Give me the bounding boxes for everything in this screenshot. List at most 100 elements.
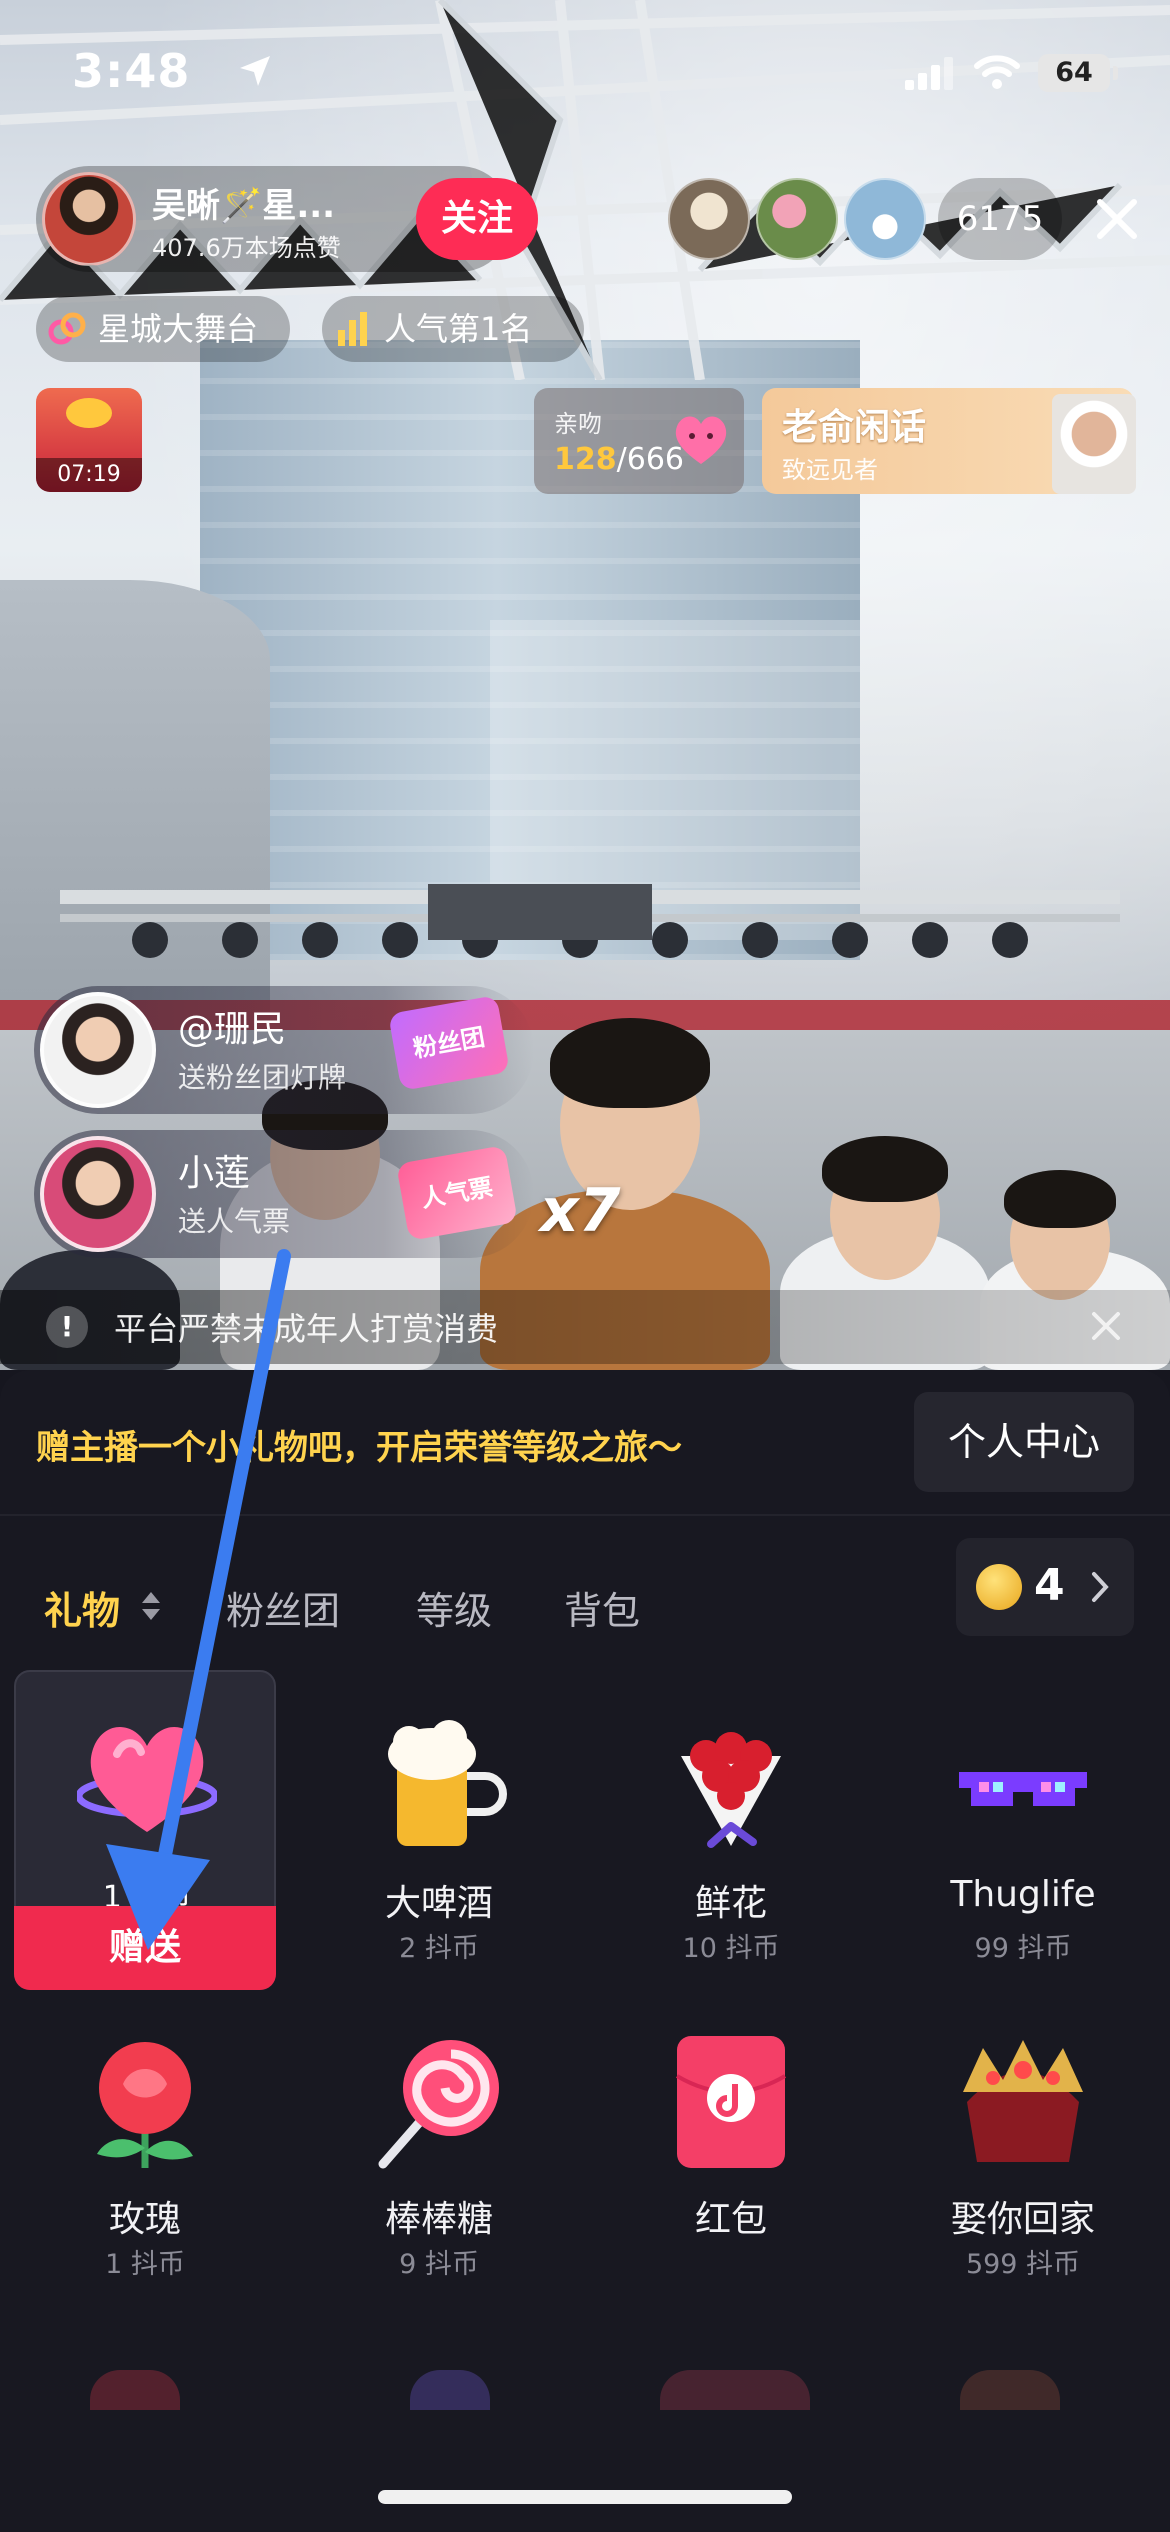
gift-action: 送人气票	[178, 1205, 291, 1238]
heart-icon	[675, 416, 727, 464]
tab-fan-club[interactable]: 粉丝团	[226, 1580, 340, 1635]
fan-club-badge-icon: 粉丝团	[388, 995, 510, 1091]
performer-hair	[1004, 1170, 1116, 1228]
gift-price: 2 抖币	[399, 1933, 479, 1964]
tab-level[interactable]: 等级	[416, 1580, 492, 1635]
close-icon[interactable]	[1086, 1306, 1126, 1346]
link-icon	[48, 312, 86, 345]
gift-action: 送粉丝团灯牌	[178, 1061, 347, 1094]
stage-tag[interactable]: 星城大舞台	[36, 296, 290, 362]
promo-card-title: 老俞闲话	[782, 407, 927, 448]
stage-tag-label: 星城大舞台	[98, 310, 259, 348]
gift-thuglife[interactable]: Thuglife 99 抖币	[892, 1670, 1154, 1990]
gift-promo-text: 赠主播一个小礼物吧，开启荣誉等级之旅～	[36, 1428, 682, 1468]
viewer-count[interactable]: 6175	[938, 178, 1062, 260]
gift-price: 599 抖币	[965, 2249, 1081, 2280]
gift-name: 红包	[694, 2199, 767, 2240]
gift-bouquet[interactable]: 鲜花 10 抖币	[600, 1670, 862, 1990]
gift-beer[interactable]: 大啤酒 2 抖币	[308, 1670, 570, 1990]
sender-avatar[interactable]	[40, 992, 156, 1108]
pixel-glasses-icon	[959, 1772, 1087, 1806]
personal-center-button[interactable]: 个人中心	[914, 1392, 1134, 1492]
follow-button[interactable]: 关注	[416, 178, 538, 260]
home-indicator[interactable]	[378, 2490, 792, 2504]
gift-row-peek	[660, 2370, 810, 2410]
beer-icon	[388, 1720, 507, 1846]
battery-indicator: 64	[1038, 54, 1118, 92]
gift-combo-count: x7	[540, 1176, 621, 1246]
gift-name: 娶你回家	[950, 2199, 1095, 2240]
red-envelope-widget[interactable]: 07:19	[36, 388, 142, 492]
gift-name: 鲜花	[694, 1883, 767, 1924]
bar-chart-icon	[338, 312, 367, 346]
gift-name: 玫瑰	[108, 2199, 181, 2240]
host-info-pill[interactable]: 吴晰🪄星... 407.6万本场点赞 关注	[36, 166, 538, 272]
clock: 3:48	[72, 44, 191, 98]
location-arrow-icon	[240, 56, 270, 86]
performer-lead-hair	[550, 1018, 710, 1108]
gift-price: 99 抖币	[974, 1933, 1072, 1964]
gift-heart[interactable]: 1 抖币 赠送	[14, 1670, 276, 1990]
heart-icon	[77, 1726, 217, 1832]
coin-count: 4	[1034, 1560, 1065, 1611]
red-envelope-timer: 07:19	[36, 458, 142, 492]
kiss-task-label: 亲吻	[554, 410, 602, 438]
host-likes: 407.6万本场点赞	[152, 234, 341, 262]
performer-hair	[822, 1136, 948, 1202]
host-avatar[interactable]	[42, 172, 136, 266]
gift-feed-row[interactable]: 小莲 送人气票 人气票	[34, 1130, 534, 1258]
douyin-coin-icon	[976, 1564, 1022, 1610]
sort-icon[interactable]	[140, 1590, 162, 1622]
popularity-ticket-icon: 人气票	[396, 1145, 518, 1241]
host-name: 吴晰🪄星...	[152, 186, 336, 226]
sender-name: 小莲	[178, 1153, 251, 1194]
gift-marry-you[interactable]: 娶你回家 599 抖币	[892, 1986, 1154, 2306]
gift-row-peek	[90, 2370, 180, 2410]
lollipop-icon	[378, 2040, 499, 2169]
gift-bag-icon	[66, 398, 112, 428]
tab-backpack[interactable]: 背包	[564, 1580, 640, 1635]
rank-tag[interactable]: 人气第1名	[322, 296, 584, 362]
gift-lollipop[interactable]: 棒棒糖 9 抖币	[308, 1986, 570, 2306]
promo-card[interactable]: 老俞闲话 致远见者	[762, 388, 1136, 494]
crown-icon	[963, 2040, 1083, 2162]
top-viewer-avatar[interactable]	[668, 178, 750, 260]
cellular-signal-icon	[905, 57, 953, 90]
promo-card-portrait	[1052, 394, 1136, 494]
minor-warning-banner: ! 平台严禁未成年人打赏消费	[0, 1290, 1170, 1364]
gift-panel: 赠主播一个小礼物吧，开启荣誉等级之旅～ 个人中心 礼物 粉丝团 等级 背包 4 …	[0, 1370, 1170, 2532]
gift-name: 棒棒糖	[384, 2199, 493, 2240]
sender-name: @珊民	[178, 1009, 287, 1050]
kiss-task-card[interactable]: 亲吻 128/666	[534, 388, 744, 494]
kiss-task-progress: 128/666	[554, 442, 684, 477]
gift-name: 大啤酒	[384, 1883, 493, 1924]
rank-tag-label: 人气第1名	[384, 310, 533, 348]
coin-balance[interactable]: 4	[956, 1538, 1134, 1636]
gift-red-envelope[interactable]: 红包	[600, 1986, 862, 2306]
red-envelope-icon	[675, 2036, 787, 2168]
chevron-right-icon	[1092, 1572, 1109, 1602]
rose-icon	[97, 2042, 193, 2168]
divider	[0, 1514, 1170, 1516]
wifi-icon	[974, 55, 1020, 89]
gift-price: 9 抖币	[399, 2249, 479, 2280]
gift-name: Thuglife	[950, 1874, 1096, 1915]
gift-price: 10 抖币	[682, 1933, 780, 1964]
gift-feed-row[interactable]: @珊民 送粉丝团灯牌 粉丝团	[34, 986, 534, 1114]
gift-row-peek	[960, 2370, 1060, 2410]
gift-row-peek	[410, 2370, 490, 2410]
warning-icon: !	[46, 1306, 88, 1348]
sender-avatar[interactable]	[40, 1136, 156, 1252]
bouquet-icon	[681, 1732, 781, 1848]
top-viewer-avatar[interactable]	[844, 178, 926, 260]
gift-grid: 1 抖币 赠送 大啤酒 2 抖币 鲜花 10 抖币 Thuglife 99 抖币…	[0, 1670, 1170, 2470]
promo-card-subtitle: 致远见者	[782, 456, 878, 484]
status-bar: 3:48 64	[0, 0, 1170, 140]
tab-gifts[interactable]: 礼物	[44, 1580, 120, 1635]
gift-price: 1 抖币	[105, 2249, 185, 2280]
top-viewer-avatar[interactable]	[756, 178, 838, 260]
warning-text: 平台严禁未成年人打赏消费	[114, 1310, 499, 1348]
gift-rose[interactable]: 玫瑰 1 抖币	[14, 1986, 276, 2306]
close-icon[interactable]	[1086, 188, 1148, 250]
send-gift-button[interactable]: 赠送	[14, 1906, 276, 1990]
